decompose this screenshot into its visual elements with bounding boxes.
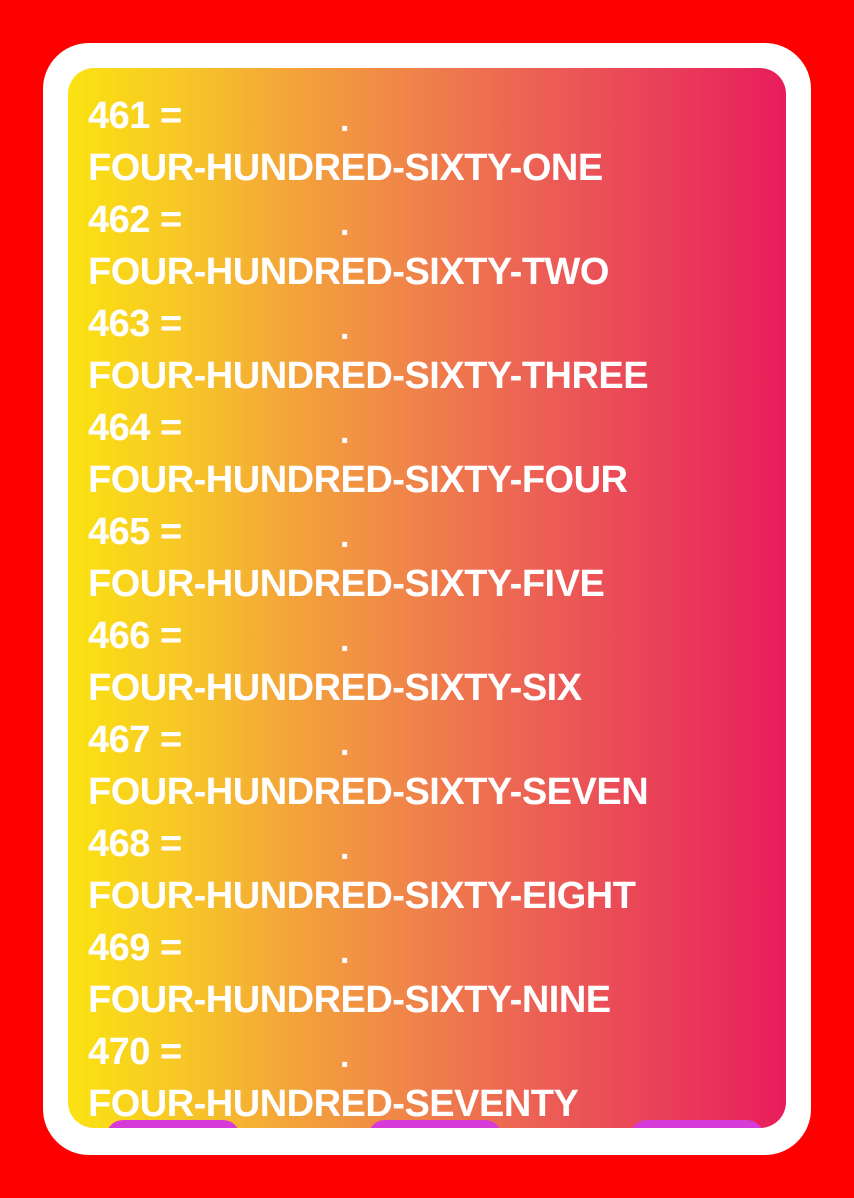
list-item: 469 = . FOUR-HUNDRED-SIXTY-NINE [88,926,786,1030]
list-item: 468 = . FOUR-HUNDRED-SIXTY-EIGHT [88,822,786,926]
dot-separator: . [340,517,349,555]
dot-separator: . [340,101,349,139]
number-words: FOUR-HUNDRED-SIXTY-SIX [88,667,582,709]
number-label: 464 = [88,407,182,449]
list-item: 465 = . FOUR-HUNDRED-SIXTY-FIVE [88,510,786,614]
dot-separator: . [340,205,349,243]
list-item: 461 = . FOUR-HUNDRED-SIXTY-ONE [88,94,786,198]
list-item: 470 = . FOUR-HUNDRED-SEVENTY [88,1030,786,1128]
number-words-card[interactable]: 461 = . FOUR-HUNDRED-SIXTY-ONE 462 = . F… [68,68,786,1128]
number-list: 461 = . FOUR-HUNDRED-SIXTY-ONE 462 = . F… [88,94,786,1128]
dot-separator: . [340,829,349,867]
number-label: 466 = [88,615,182,657]
number-label: 462 = [88,199,182,241]
list-item: 463 = . FOUR-HUNDRED-SIXTY-THREE [88,302,786,406]
list-item: 462 = . FOUR-HUNDRED-SIXTY-TWO [88,198,786,302]
number-words: FOUR-HUNDRED-SIXTY-SEVEN [88,771,649,813]
dot-separator: . [340,933,349,971]
list-item: 467 = . FOUR-HUNDRED-SIXTY-SEVEN [88,718,786,822]
number-words: FOUR-HUNDRED-SIXTY-NINE [88,979,611,1021]
number-label: 465 = [88,511,182,553]
list-item: 466 = . FOUR-HUNDRED-SIXTY-SIX [88,614,786,718]
dot-separator: . [340,309,349,347]
number-words: FOUR-HUNDRED-SIXTY-THREE [88,355,649,397]
bottom-button-right[interactable] [630,1120,764,1128]
bottom-button-center[interactable] [368,1120,502,1128]
dot-separator: . [340,1037,349,1075]
dot-separator: . [340,413,349,451]
number-words: FOUR-HUNDRED-SIXTY-FIVE [88,563,605,605]
number-words: FOUR-HUNDRED-SIXTY-EIGHT [88,875,636,917]
number-label: 467 = [88,719,182,761]
number-label: 468 = [88,823,182,865]
number-label: 463 = [88,303,182,345]
number-words: FOUR-HUNDRED-SIXTY-ONE [88,147,603,189]
number-label: 469 = [88,927,182,969]
list-item: 464 = . FOUR-HUNDRED-SIXTY-FOUR [88,406,786,510]
number-words: FOUR-HUNDRED-SIXTY-TWO [88,251,609,293]
number-words: FOUR-HUNDRED-SIXTY-FOUR [88,459,628,501]
page: 461 = . FOUR-HUNDRED-SIXTY-ONE 462 = . F… [0,0,854,1198]
bottom-button-left[interactable] [106,1120,240,1128]
dot-separator: . [340,725,349,763]
number-label: 461 = [88,95,182,137]
dot-separator: . [340,621,349,659]
number-label: 470 = [88,1031,182,1073]
